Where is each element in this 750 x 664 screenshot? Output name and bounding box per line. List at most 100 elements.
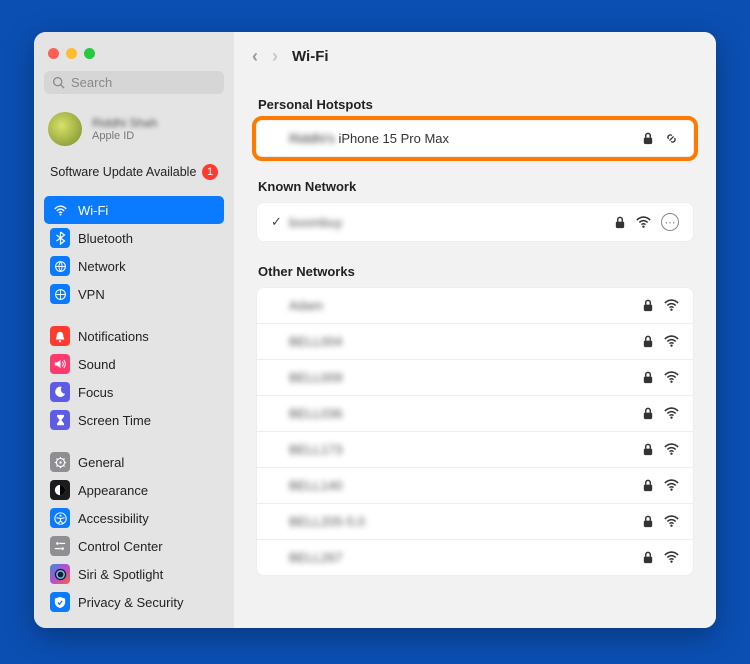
lock-icon — [642, 371, 654, 384]
sidebar-item-label: Privacy & Security — [78, 595, 183, 610]
sound-icon — [50, 354, 70, 374]
general-icon — [50, 452, 70, 472]
privacy-icon — [50, 592, 70, 612]
network-name: BELL009 — [289, 370, 642, 385]
account-row[interactable]: Riddhi Shah Apple ID — [44, 108, 224, 158]
network-status-icons — [642, 371, 679, 384]
network-name: Adam — [289, 298, 642, 313]
network-status-icons — [642, 515, 679, 528]
screentime-icon — [50, 410, 70, 430]
settings-window: Search Riddhi Shah Apple ID Software Upd… — [34, 32, 716, 628]
wifi-icon — [664, 371, 679, 384]
sidebar-nav: Wi-Fi Bluetooth Network VPN Notifications Sou… — [44, 196, 224, 616]
network-row[interactable]: Adam — [257, 288, 693, 323]
wifi-icon — [664, 299, 679, 312]
sidebar-item-label: Sound — [78, 357, 116, 372]
sidebar-item-label: Wi-Fi — [78, 203, 108, 218]
network-name: BELL205-5.0 — [289, 514, 642, 529]
sidebar-item-controlcenter[interactable]: Control Center — [44, 532, 224, 560]
siri-icon — [50, 564, 70, 584]
page-title: Wi-Fi — [292, 48, 329, 65]
sidebar-item-general[interactable]: General — [44, 448, 224, 476]
hotspot-link-icon — [664, 131, 679, 146]
vpn-icon — [50, 284, 70, 304]
sidebar-item-label: Screen Time — [78, 413, 151, 428]
sidebar-item-privacy[interactable]: Privacy & Security — [44, 588, 224, 616]
sidebar-item-notifications[interactable]: Notifications — [44, 322, 224, 350]
window-controls — [44, 44, 224, 71]
lock-icon — [642, 299, 654, 312]
section-header-known: Known Network — [258, 179, 694, 194]
sidebar-item-bluetooth[interactable]: Bluetooth — [44, 224, 224, 252]
sidebar-item-accessibility[interactable]: Accessibility — [44, 504, 224, 532]
network-row[interactable]: BELL004 — [257, 323, 693, 359]
network-status-icons — [642, 443, 679, 456]
lock-icon — [642, 443, 654, 456]
sidebar-item-label: Bluetooth — [78, 231, 133, 246]
main-panel: ‹ › Wi-Fi Personal Hotspots Riddhi's iPh… — [234, 32, 716, 628]
network-row[interactable]: ✓boombuy ⋯ — [257, 203, 693, 241]
accessibility-icon — [50, 508, 70, 528]
sidebar-item-label: Control Center — [78, 539, 163, 554]
known-card: ✓boombuy ⋯ — [256, 202, 694, 242]
close-window[interactable] — [48, 48, 59, 59]
sidebar-item-label: Siri & Spotlight — [78, 567, 163, 582]
network-name: BELL140 — [289, 478, 642, 493]
notifications-icon — [50, 326, 70, 346]
sidebar-item-label: VPN — [78, 287, 105, 302]
more-button[interactable]: ⋯ — [661, 213, 679, 231]
network-name: BELL173 — [289, 442, 642, 457]
sidebar-item-wifi[interactable]: Wi-Fi — [44, 196, 224, 224]
wifi-icon — [636, 216, 651, 229]
maximize-window[interactable] — [84, 48, 95, 59]
wifi-icon — [664, 407, 679, 420]
network-row[interactable]: Riddhi's iPhone 15 Pro Max — [257, 121, 693, 156]
lock-icon — [642, 335, 654, 348]
sidebar-item-label: Network — [78, 259, 126, 274]
sidebar-item-appearance[interactable]: Appearance — [44, 476, 224, 504]
network-row[interactable]: BELL205-5.0 — [257, 503, 693, 539]
network-row[interactable]: BELL036 — [257, 395, 693, 431]
sidebar-item-focus[interactable]: Focus — [44, 378, 224, 406]
network-row[interactable]: BELL140 — [257, 467, 693, 503]
minimize-window[interactable] — [66, 48, 77, 59]
software-update-row[interactable]: Software Update Available 1 — [44, 158, 224, 186]
sidebar-item-sound[interactable]: Sound — [44, 350, 224, 378]
wifi-icon — [664, 335, 679, 348]
sidebar-item-vpn[interactable]: VPN — [44, 280, 224, 308]
forward-button[interactable]: › — [272, 46, 278, 67]
wifi-icon — [664, 551, 679, 564]
lock-icon — [642, 515, 654, 528]
network-icon — [50, 256, 70, 276]
wifi-icon — [664, 443, 679, 456]
checkmark-icon: ✓ — [271, 214, 289, 230]
search-icon — [52, 76, 65, 89]
section-header-other: Other Networks — [258, 264, 694, 279]
network-status-icons — [642, 551, 679, 564]
lock-icon — [642, 479, 654, 492]
avatar — [48, 112, 82, 146]
network-row[interactable]: BELL009 — [257, 359, 693, 395]
hotspots-card: Riddhi's iPhone 15 Pro Max — [256, 120, 694, 157]
search-field[interactable]: Search — [44, 71, 224, 94]
network-row[interactable]: BELL173 — [257, 431, 693, 467]
wifi-icon — [664, 479, 679, 492]
appearance-icon — [50, 480, 70, 500]
sidebar-item-network[interactable]: Network — [44, 252, 224, 280]
titlebar: ‹ › Wi-Fi — [234, 32, 716, 81]
back-button[interactable]: ‹ — [252, 46, 258, 67]
network-status-icons — [642, 299, 679, 312]
sidebar-item-label: General — [78, 455, 124, 470]
network-name: BELL004 — [289, 334, 642, 349]
network-row[interactable]: BELL267 — [257, 539, 693, 575]
sidebar-item-siri[interactable]: Siri & Spotlight — [44, 560, 224, 588]
network-status-icons — [642, 131, 679, 146]
network-status-icons — [642, 479, 679, 492]
sidebar-item-screentime[interactable]: Screen Time — [44, 406, 224, 434]
other-card: Adam BELL004 BELL009 BELL036 BELL173 BELL140 B… — [256, 287, 694, 576]
network-status-icons — [642, 407, 679, 420]
content: Personal Hotspots Riddhi's iPhone 15 Pro… — [234, 81, 716, 586]
search-placeholder: Search — [71, 75, 112, 90]
network-name: BELL267 — [289, 550, 642, 565]
network-name: boombuy — [289, 215, 614, 230]
